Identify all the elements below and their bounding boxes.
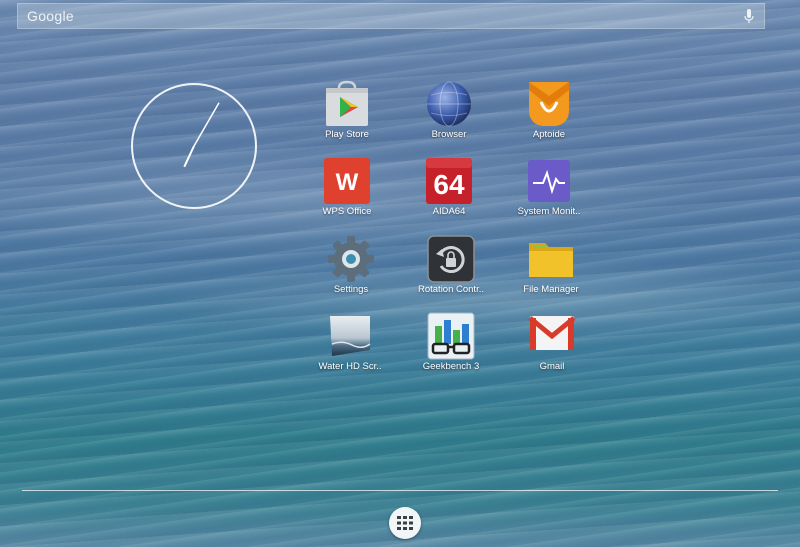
app-label: Gmail <box>539 361 565 372</box>
minute-hand <box>193 102 220 147</box>
system-monitor-icon <box>525 157 573 205</box>
water-screenshot-icon <box>326 312 374 360</box>
app-geekbench-3[interactable]: Geekbench 3 <box>405 312 497 382</box>
app-wps-office[interactable]: W WPS Office <box>301 157 393 227</box>
app-label: AIDA64 <box>432 206 466 217</box>
app-label: Rotation Contr.. <box>417 284 484 295</box>
app-aida64[interactable]: 64 AIDA64 <box>403 157 495 227</box>
app-play-store[interactable]: Play Store <box>301 80 393 150</box>
globe-icon <box>425 80 473 128</box>
app-file-manager[interactable]: File Manager <box>505 235 597 305</box>
settings-gear-icon <box>327 235 375 283</box>
app-rotation-control[interactable]: Rotation Contr.. <box>405 235 497 305</box>
app-label: System Monit.. <box>517 206 581 217</box>
aida64-icon: 64 <box>425 157 473 205</box>
geekbench-icon <box>427 312 475 360</box>
svg-text:W: W <box>336 169 359 196</box>
play-store-icon <box>323 80 371 128</box>
rotation-lock-icon <box>427 235 475 283</box>
app-label: Water HD Scr.. <box>318 361 382 372</box>
hour-hand <box>183 145 195 168</box>
aptoide-icon <box>525 80 573 128</box>
app-label: Play Store <box>325 129 369 140</box>
google-logo: Google <box>27 8 74 24</box>
svg-text:64: 64 <box>433 169 465 200</box>
app-settings[interactable]: Settings <box>305 235 397 305</box>
app-system-monitor[interactable]: System Monit.. <box>503 157 595 227</box>
all-apps-button[interactable] <box>389 507 421 539</box>
app-label: Browser <box>431 129 467 140</box>
app-label: File Manager <box>523 284 579 295</box>
microphone-icon[interactable] <box>744 9 754 25</box>
folder-icon <box>527 235 575 283</box>
app-label: Aptoide <box>532 129 566 140</box>
wps-office-icon: W <box>323 157 371 205</box>
google-search-bar[interactable]: Google <box>17 3 765 29</box>
app-browser[interactable]: Browser <box>403 80 495 150</box>
app-gmail[interactable]: Gmail <box>506 312 598 382</box>
app-aptoide[interactable]: Aptoide <box>503 80 595 150</box>
gmail-icon <box>528 312 576 360</box>
app-label: WPS Office <box>322 206 372 217</box>
app-water-hd-screen[interactable]: Water HD Scr.. <box>304 312 396 382</box>
app-label: Settings <box>333 284 369 295</box>
app-drawer-icon <box>397 516 413 530</box>
analog-clock-widget[interactable] <box>130 82 258 210</box>
dock-divider <box>22 490 778 491</box>
home-screen: Google Play Store Browser Aptoide W WPS … <box>0 0 800 547</box>
app-label: Geekbench 3 <box>422 361 480 372</box>
